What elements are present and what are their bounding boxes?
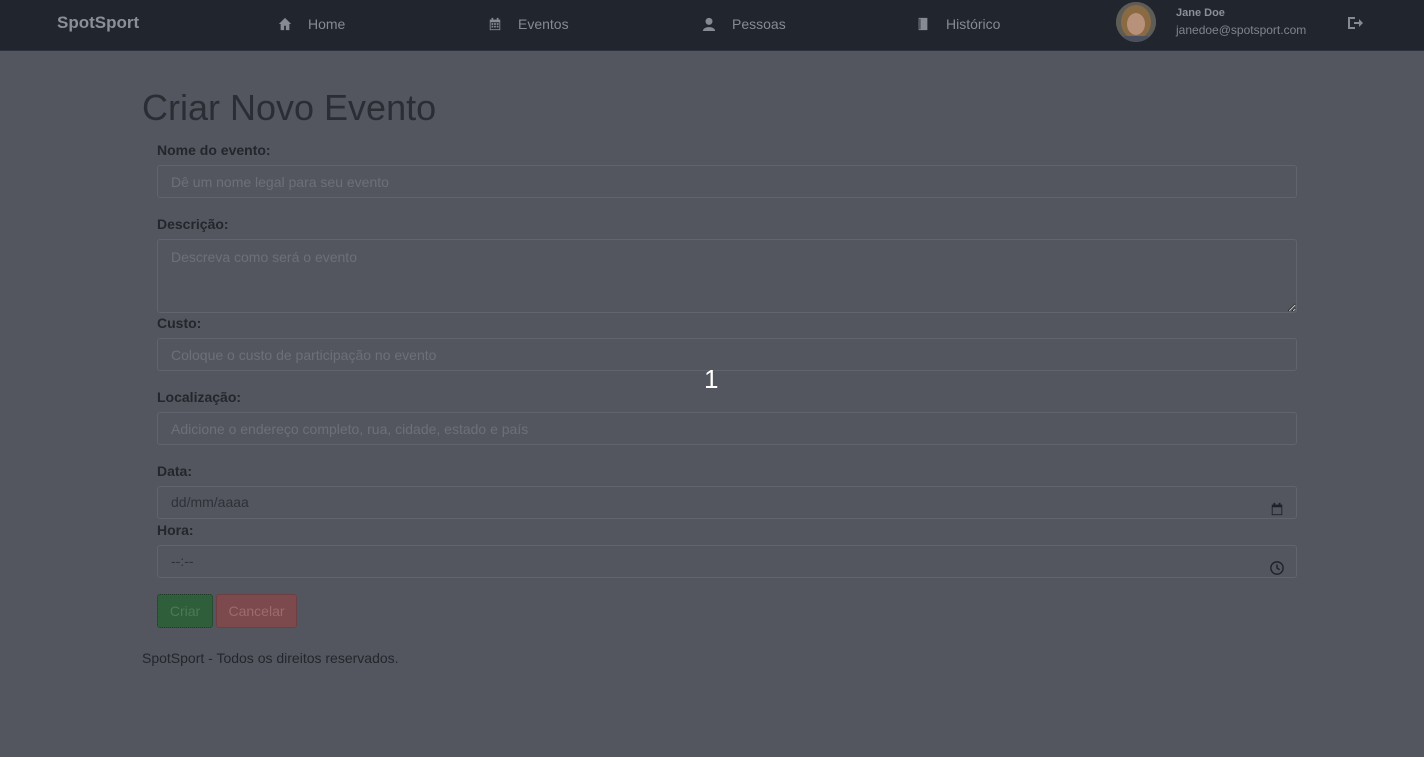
user-name: Jane Doe xyxy=(1176,7,1225,19)
date-input[interactable]: dd/mm/aaaa xyxy=(157,486,1297,519)
location-input[interactable] xyxy=(157,412,1297,445)
top-navbar: SpotSport Home Eventos Pessoas Histórico… xyxy=(0,0,1424,51)
brand-logo[interactable]: SpotSport xyxy=(57,13,139,33)
user-icon xyxy=(702,17,716,31)
event-name-input[interactable] xyxy=(157,165,1297,198)
nav-item-home[interactable]: Home xyxy=(278,14,345,34)
page-title: Criar Novo Evento xyxy=(142,87,437,128)
home-icon xyxy=(278,17,292,31)
description-label: Descrição: xyxy=(157,216,229,232)
time-value: --:-- xyxy=(171,553,194,569)
time-label: Hora: xyxy=(157,522,194,538)
location-label: Localização: xyxy=(157,389,242,405)
cancel-button[interactable]: Cancelar xyxy=(216,594,297,628)
time-input[interactable]: --:-- xyxy=(157,545,1297,578)
overlay-step-number: 1 xyxy=(704,364,719,394)
clock-icon[interactable] xyxy=(1270,555,1284,575)
event-name-label: Nome do evento: xyxy=(157,142,271,158)
cost-label: Custo: xyxy=(157,315,202,331)
nav-item-label: Eventos xyxy=(518,16,569,32)
footer-text: SpotSport - Todos os direitos reservados… xyxy=(142,650,399,666)
date-value: dd/mm/aaaa xyxy=(171,494,249,510)
nav-item-label: Pessoas xyxy=(732,16,786,32)
nav-item-historico[interactable]: Histórico xyxy=(916,14,1000,34)
cost-input[interactable] xyxy=(157,338,1297,371)
user-email: janedoe@spotsport.com xyxy=(1176,23,1307,37)
nav-item-pessoas[interactable]: Pessoas xyxy=(702,14,786,34)
logout-icon xyxy=(1348,17,1363,29)
nav-item-eventos[interactable]: Eventos xyxy=(488,14,569,34)
date-label: Data: xyxy=(157,463,193,479)
avatar[interactable] xyxy=(1116,2,1156,42)
nav-item-label: Home xyxy=(308,16,346,32)
description-textarea[interactable] xyxy=(157,239,1297,313)
book-icon xyxy=(918,17,928,31)
create-button[interactable]: Criar xyxy=(157,594,213,628)
logout-button[interactable] xyxy=(1347,15,1363,31)
calendar-picker-icon[interactable] xyxy=(1270,496,1284,516)
calendar-icon xyxy=(489,17,501,31)
nav-item-label: Histórico xyxy=(946,16,1001,32)
